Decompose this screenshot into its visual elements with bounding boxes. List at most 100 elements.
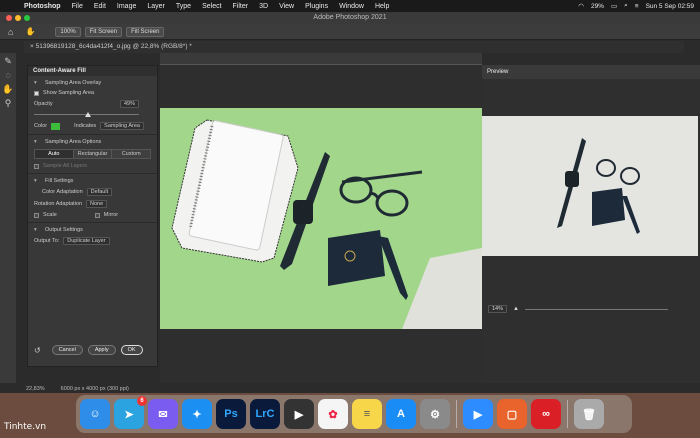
reset-icon[interactable]: ↺: [34, 346, 41, 355]
lasso-tool-icon[interactable]: ◌: [2, 69, 14, 81]
fit-screen-button[interactable]: Fit Screen: [84, 26, 123, 37]
scale-checkbox[interactable]: [34, 212, 39, 218]
menu-filter[interactable]: Filter: [233, 3, 249, 10]
opacity-field[interactable]: 49%: [119, 100, 139, 108]
menu-image[interactable]: Image: [117, 3, 136, 10]
photos-icon[interactable]: ✿: [318, 399, 348, 429]
options-bar: ⌂ ✋ 100% Fit Screen Fill Screen: [0, 24, 700, 40]
document-tab[interactable]: × 51396819128_6c4da412f4_o.jpg @ 22,8% (…: [24, 41, 684, 53]
sampling-auto-button[interactable]: Auto: [35, 150, 74, 158]
trash-icon[interactable]: 🗑: [574, 399, 604, 429]
menu-window[interactable]: Window: [339, 3, 364, 10]
show-sampling-checkbox[interactable]: [34, 90, 39, 96]
system-preferences-icon[interactable]: ⚙: [420, 399, 450, 429]
messenger-icon[interactable]: ✉: [148, 399, 178, 429]
tools-panel: ✎ ◌ ✋ ⚲: [0, 53, 16, 383]
document-canvas[interactable]: [160, 108, 482, 329]
battery-icon[interactable]: ▭: [611, 2, 617, 10]
dock-separator: [456, 400, 457, 428]
battery-percent: 29%: [590, 2, 604, 10]
rotation-adaptation-label: Rotation Adaptation: [34, 201, 83, 207]
preview-title: Preview: [487, 69, 509, 75]
menu-edit[interactable]: Edit: [94, 3, 106, 10]
sampling-rectangular-button[interactable]: Rectangular: [73, 150, 113, 158]
minimize-window-button[interactable]: [15, 15, 21, 21]
apple-icon[interactable]: [8, 2, 16, 10]
sampling-mode-segmented: Auto Rectangular Custom: [34, 149, 151, 159]
notes-icon[interactable]: ≡: [352, 399, 382, 429]
sampling-options-heading[interactable]: Sampling Area Options: [28, 139, 157, 145]
menu-view[interactable]: View: [279, 3, 294, 10]
output-settings-section: Output Settings Output To: Duplicate Lay…: [28, 223, 157, 245]
fill-screen-button[interactable]: Fill Screen: [126, 26, 165, 37]
indicates-select[interactable]: Sampling Area: [100, 122, 144, 130]
apply-button[interactable]: Apply: [87, 345, 116, 355]
output-settings-heading[interactable]: Output Settings: [28, 227, 157, 233]
brush-tool-icon[interactable]: ✎: [2, 55, 14, 67]
preview-zoom-slider-thumb[interactable]: ▲: [513, 306, 519, 312]
indicates-label: Indicates: [74, 123, 97, 129]
lightroom-classic-icon[interactable]: LrC: [250, 399, 280, 429]
close-window-button[interactable]: [6, 15, 12, 21]
telegram-badge: 6: [137, 396, 147, 406]
color-adaptation-select[interactable]: Default: [86, 188, 113, 196]
window-title: Adobe Photoshop 2021: [313, 14, 387, 21]
wifi-icon[interactable]: ◠: [578, 2, 584, 10]
sampling-options-section: Sampling Area Options Auto Rectangular C…: [28, 135, 157, 174]
dock: ☺ ➤ 6 ✉ ✦ Ps LrC ▶ ✿ ≡ A ⚙ ▶ ▢ ∞ 🗑: [76, 395, 632, 433]
output-to-select[interactable]: Duplicate Layer: [63, 237, 110, 245]
menu-file[interactable]: File: [72, 3, 83, 10]
preview-image[interactable]: [482, 116, 698, 256]
sample-all-layers-label: Sample All Layers: [43, 163, 88, 169]
zoom-window-button[interactable]: [24, 15, 30, 21]
clock[interactable]: Sun 5 Sep 02:59: [646, 3, 694, 10]
menu-layer[interactable]: Layer: [147, 3, 165, 10]
menu-type[interactable]: Type: [176, 3, 191, 10]
sampling-custom-button[interactable]: Custom: [112, 150, 151, 158]
preview-zoom-slider[interactable]: [524, 308, 668, 310]
photoshop-icon[interactable]: Ps: [216, 399, 246, 429]
menu-app[interactable]: Photoshop: [24, 3, 61, 10]
mirror-checkbox[interactable]: [94, 212, 100, 218]
status-bar: 22,83% 6000 px x 4000 px (300 ppi): [24, 384, 482, 393]
office-app-icon[interactable]: ▢: [497, 399, 527, 429]
menu-bar: Photoshop File Edit Image Layer Type Sel…: [0, 0, 700, 12]
telegram-icon[interactable]: ➤ 6: [114, 396, 147, 429]
creative-cloud-icon[interactable]: ∞: [531, 399, 561, 429]
menu-select[interactable]: Select: [202, 3, 221, 10]
zoom-100-button[interactable]: 100%: [55, 26, 81, 37]
hand-tool-icon[interactable]: ✋: [2, 83, 14, 95]
preview-zoom-field[interactable]: 14%: [488, 305, 508, 313]
zoom-tool-icon[interactable]: ⚲: [2, 97, 14, 109]
final-cut-icon[interactable]: ▶: [284, 399, 314, 429]
menu-3d[interactable]: 3D: [259, 3, 268, 10]
document-tab-label: 51396819128_6c4da412f4_o.jpg @ 22,8% (RG…: [35, 43, 192, 50]
sample-all-layers-checkbox[interactable]: [34, 163, 39, 169]
menu-help[interactable]: Help: [375, 3, 389, 10]
opacity-slider[interactable]: [34, 112, 139, 118]
home-icon[interactable]: ⌂: [8, 27, 13, 37]
mirror-label: Mirror: [103, 212, 119, 218]
control-center-icon[interactable]: ≡: [635, 3, 639, 10]
safari-icon[interactable]: ✦: [182, 399, 212, 429]
rotation-adaptation-select[interactable]: None: [86, 200, 108, 208]
zoom-app-icon[interactable]: ▶: [463, 399, 493, 429]
search-icon[interactable]: ⌕: [624, 2, 628, 10]
menu-plugins[interactable]: Plugins: [305, 3, 328, 10]
overlay-color-swatch[interactable]: [51, 122, 61, 130]
sampling-overlay-heading[interactable]: Sampling Area Overlay: [28, 80, 157, 86]
finder-icon[interactable]: ☺: [80, 399, 110, 429]
hand-tool-icon[interactable]: ✋: [25, 27, 35, 36]
app-store-icon[interactable]: A: [386, 399, 416, 429]
color-label: Color: [34, 123, 48, 129]
dock-separator-2: [567, 400, 568, 428]
fill-settings-section: Fill Settings Color Adaptation Default R…: [28, 174, 157, 223]
cancel-button[interactable]: Cancel: [51, 345, 83, 355]
ok-button[interactable]: OK: [120, 345, 143, 355]
scale-label: Scale: [43, 212, 57, 218]
opacity-slider-thumb[interactable]: [85, 112, 92, 117]
preview-panel-header: Preview: [482, 65, 700, 79]
status-dimensions: 6000 px x 4000 px (300 ppi): [60, 385, 129, 392]
status-zoom[interactable]: 22,83%: [26, 386, 45, 392]
fill-settings-heading[interactable]: Fill Settings: [28, 178, 157, 184]
